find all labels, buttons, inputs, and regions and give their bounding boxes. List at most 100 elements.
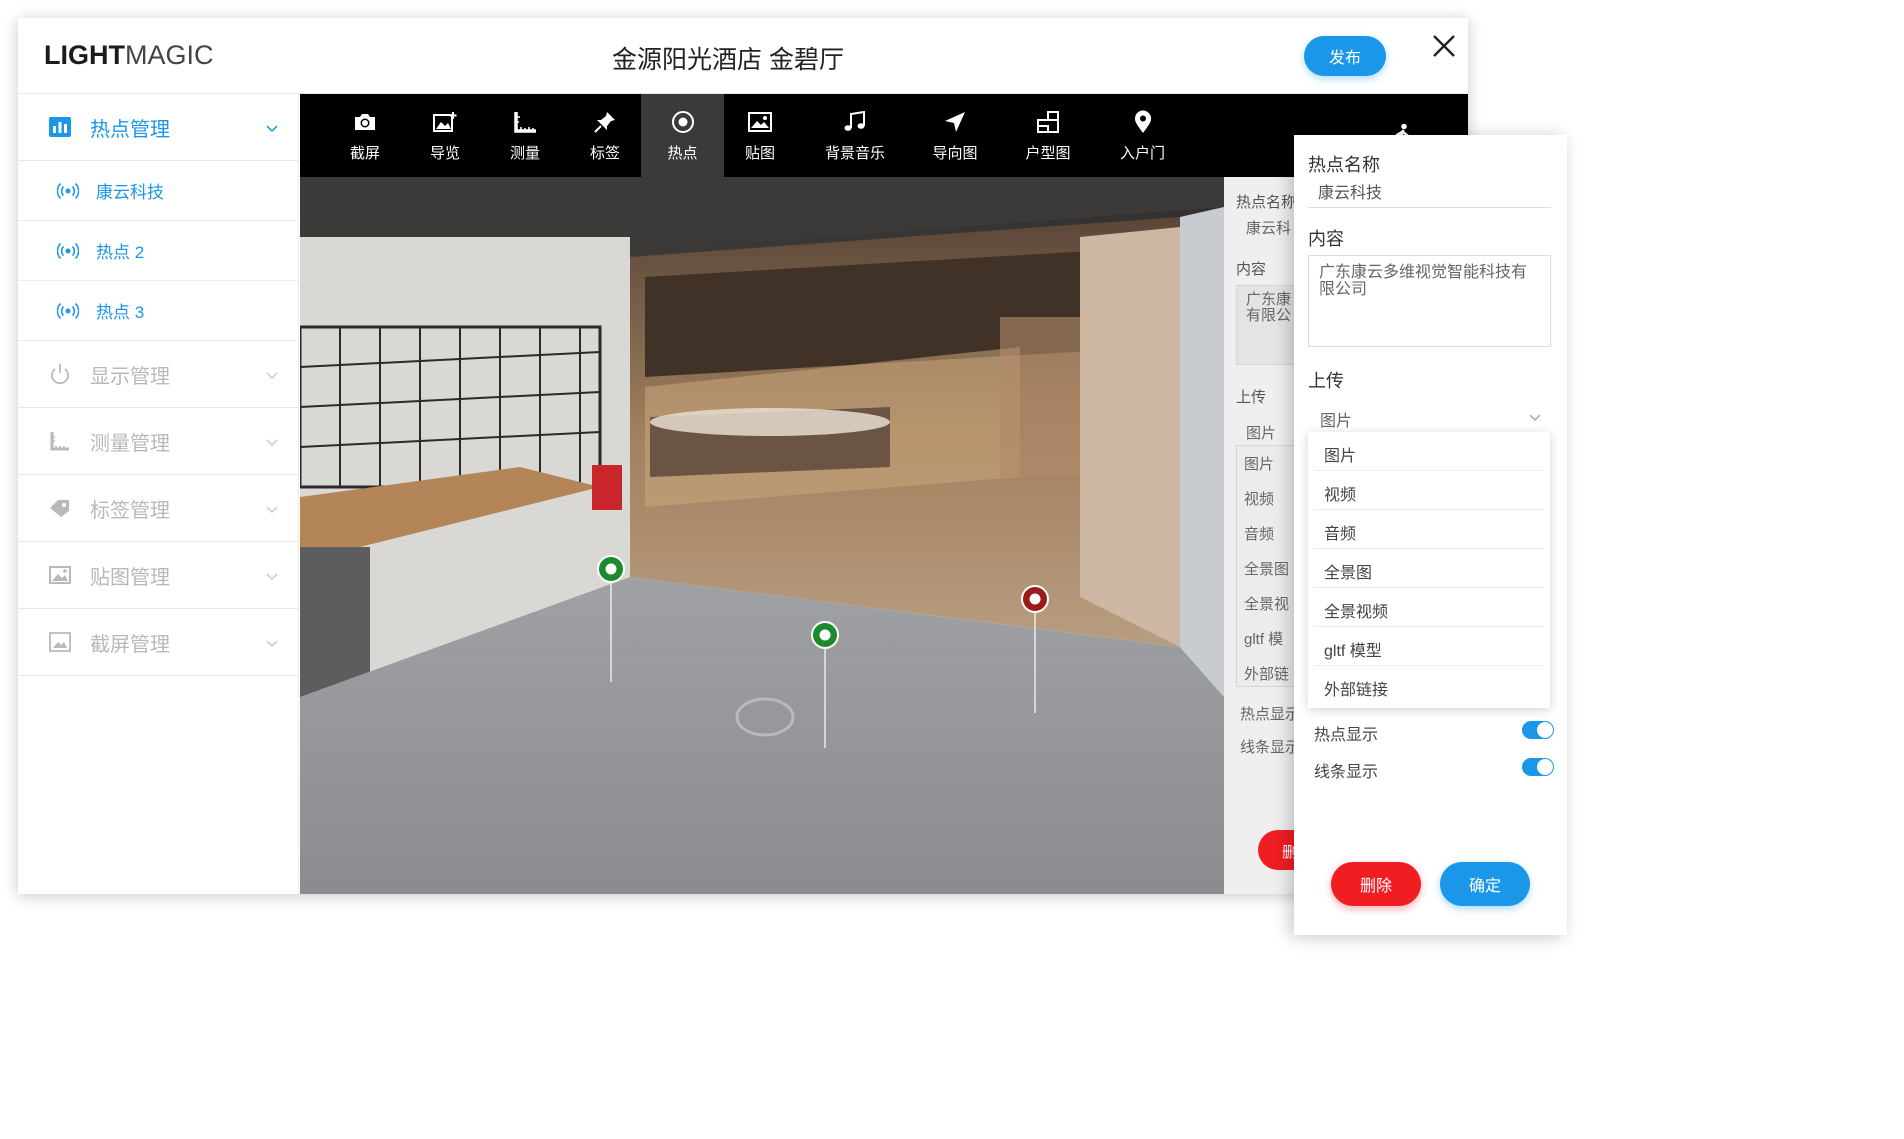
dropdown-option-external-link[interactable]: 外部链接 xyxy=(1314,666,1544,705)
tool-label: 导览 xyxy=(429,145,460,162)
editor-window: LIGHTMAGIC 金源阳光酒店 金碧厅 发布 热点管理 康云科技 热点 2 … xyxy=(18,18,1468,894)
tool-texture[interactable]: 贴图 xyxy=(725,94,795,177)
hotspot-pin-green-1[interactable] xyxy=(597,555,625,583)
tool-bar: 截屏 导览 测量 标签 热点 贴图 背景音乐 导向图 户型图 入户门 xyxy=(300,94,1468,177)
content-label: 内容 xyxy=(1308,229,1344,249)
chevron-down-icon xyxy=(266,367,278,385)
add-image-icon xyxy=(433,108,457,136)
tool-guide[interactable]: 导览 xyxy=(410,94,480,177)
sidebar-group-tag-management[interactable]: 标签管理 xyxy=(18,475,298,542)
hotspot-name-label: 热点名称 xyxy=(1308,155,1380,175)
upload-type-select[interactable]: 图片 xyxy=(1308,403,1551,433)
sidebar-group-hotspot-management[interactable]: 热点管理 xyxy=(18,94,298,161)
tool-label: 导向图 xyxy=(932,145,978,162)
tool-screenshot[interactable]: 截屏 xyxy=(330,94,400,177)
sidebar-group-label: 截屏管理 xyxy=(90,633,170,656)
tool-label: 截屏 xyxy=(349,145,380,162)
ghost-upload-label: 上传 xyxy=(1236,389,1267,406)
picture-icon xyxy=(748,108,772,136)
sidebar-item-hotspot-1[interactable]: 康云科技 xyxy=(18,161,298,221)
ghost-option: 视频 xyxy=(1244,491,1275,508)
bar-chart-icon xyxy=(48,115,72,139)
close-icon[interactable] xyxy=(1432,30,1456,64)
ghost-content-value: 广东康 有限公 xyxy=(1246,291,1292,324)
publish-button[interactable]: 发布 xyxy=(1304,36,1386,76)
chevron-down-icon xyxy=(266,434,278,452)
tag-icon xyxy=(48,496,72,520)
sidebar-group-label: 显示管理 xyxy=(90,365,170,388)
ruler-icon xyxy=(48,429,72,453)
chevron-down-icon xyxy=(1529,409,1541,427)
hotspot-name-input[interactable]: 康云科技 xyxy=(1308,175,1551,208)
floorplan-icon xyxy=(1037,108,1059,136)
select-value: 图片 xyxy=(1320,413,1353,430)
sidebar-group-label: 测量管理 xyxy=(90,432,170,455)
broadcast-icon xyxy=(56,299,80,323)
sidebar-item-label: 康云科技 xyxy=(96,183,164,202)
location-icon xyxy=(1134,108,1152,136)
sidebar-group-texture-management[interactable]: 贴图管理 xyxy=(18,542,298,609)
tool-label: 热点 xyxy=(667,145,698,162)
ghost-name-label: 热点名称 xyxy=(1236,194,1297,211)
tool-measure[interactable]: 测量 xyxy=(490,94,560,177)
tool-label: 贴图 xyxy=(744,145,775,162)
sidebar-group-label: 热点管理 xyxy=(90,118,170,141)
ghost-option: 全景视 xyxy=(1244,596,1290,613)
sidebar-group-screenshot-management[interactable]: 截屏管理 xyxy=(18,609,298,676)
ghost-content-label: 内容 xyxy=(1236,261,1267,278)
tool-background-music[interactable]: 背景音乐 xyxy=(810,94,900,177)
tool-guide-map[interactable]: 导向图 xyxy=(915,94,995,177)
screenshot-icon xyxy=(48,630,72,654)
upload-label: 上传 xyxy=(1308,371,1344,391)
tool-label: 背景音乐 xyxy=(824,145,885,162)
ghost-option: 图片 xyxy=(1244,456,1275,473)
camera-icon xyxy=(353,108,377,136)
hotspot-show-label: 热点显示 xyxy=(1314,727,1379,744)
dropdown-option-panorama[interactable]: 全景图 xyxy=(1314,549,1544,588)
tool-tag[interactable]: 标签 xyxy=(570,94,640,177)
dropdown-option-audio[interactable]: 音频 xyxy=(1314,510,1544,549)
target-icon xyxy=(671,108,695,136)
dropdown-option-image[interactable]: 图片 xyxy=(1314,432,1544,471)
delete-button[interactable]: 删除 xyxy=(1331,862,1421,906)
sidebar-group-display-management[interactable]: 显示管理 xyxy=(18,341,298,408)
chevron-down-icon xyxy=(266,635,278,653)
content-textarea[interactable]: 广东康云多维视觉智能科技有限公司 xyxy=(1308,255,1551,347)
page-title: 金源阳光酒店 金碧厅 xyxy=(612,46,844,74)
panorama-viewport[interactable] xyxy=(300,177,1224,894)
tool-label: 户型图 xyxy=(1025,145,1071,162)
hotspot-show-toggle[interactable] xyxy=(1522,721,1554,739)
confirm-button[interactable]: 确定 xyxy=(1440,862,1530,906)
hotspot-show-row: 热点显示 xyxy=(1314,721,1554,745)
tool-label: 入户门 xyxy=(1119,145,1165,162)
tool-entrance-door[interactable]: 入户门 xyxy=(1100,94,1185,177)
ghost-select-value: 图片 xyxy=(1246,425,1277,442)
chevron-down-icon xyxy=(266,501,278,519)
tool-floorplan[interactable]: 户型图 xyxy=(1008,94,1088,177)
tool-hotspot[interactable]: 热点 xyxy=(641,94,724,177)
line-show-toggle[interactable] xyxy=(1522,758,1554,776)
sidebar-group-measure-management[interactable]: 测量管理 xyxy=(18,408,298,475)
ghost-option: 音频 xyxy=(1244,526,1275,543)
line-show-row: 线条显示 xyxy=(1314,758,1554,782)
line-show-label: 线条显示 xyxy=(1314,764,1379,781)
dropdown-option-gltf-model[interactable]: gltf 模型 xyxy=(1314,627,1544,666)
sidebar: 热点管理 康云科技 热点 2 热点 3 显示管理 测量管理 标签管理 贴图管理 … xyxy=(18,94,299,894)
navigation-icon xyxy=(944,108,966,136)
top-bar: LIGHTMAGIC 金源阳光酒店 金碧厅 发布 xyxy=(18,18,1468,94)
dropdown-option-video[interactable]: 视频 xyxy=(1314,471,1544,510)
ghost-option: gltf 模 xyxy=(1244,631,1284,648)
sidebar-item-label: 热点 3 xyxy=(96,303,145,322)
hotspot-editor-panel: 热点名称 康云科技 内容 广东康云多维视觉智能科技有限公司 上传 图片 图片 视… xyxy=(1294,135,1567,935)
pin-icon xyxy=(594,108,616,136)
dropdown-option-panorama-video[interactable]: 全景视频 xyxy=(1314,588,1544,627)
ghost-option: 外部链 xyxy=(1244,666,1290,683)
ruler-icon xyxy=(513,108,537,136)
sidebar-group-label: 贴图管理 xyxy=(90,566,170,589)
hotspot-pin-red[interactable] xyxy=(1021,585,1049,613)
hotspot-pin-green-2[interactable] xyxy=(811,621,839,649)
chevron-down-icon xyxy=(266,120,278,138)
sidebar-item-hotspot-2[interactable]: 热点 2 xyxy=(18,221,298,281)
upload-type-dropdown: 图片 视频 音频 全景图 全景视频 gltf 模型 外部链接 xyxy=(1308,432,1550,708)
sidebar-item-hotspot-3[interactable]: 热点 3 xyxy=(18,281,298,341)
